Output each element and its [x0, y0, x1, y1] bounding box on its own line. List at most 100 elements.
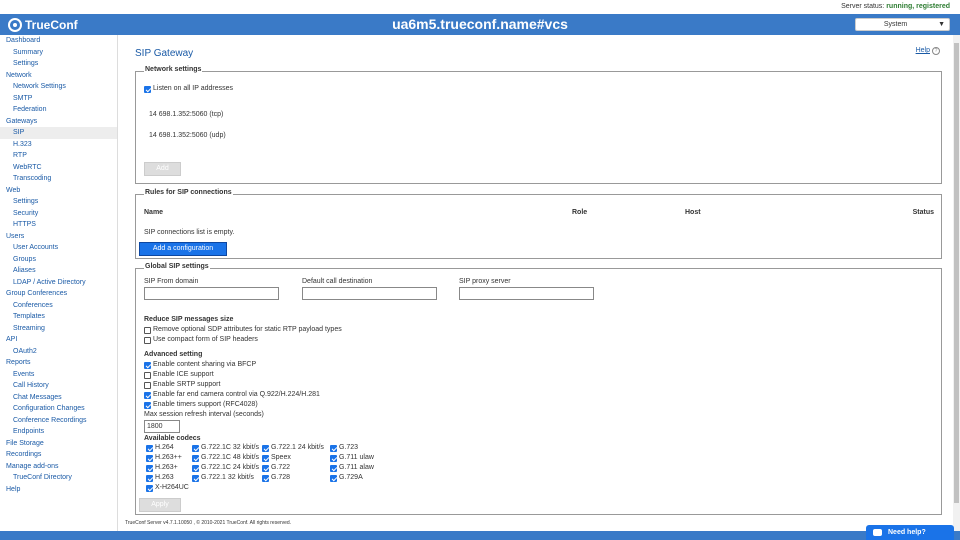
- add-address-button[interactable]: Add: [144, 162, 181, 176]
- checkbox-row[interactable]: H.263+: [146, 463, 189, 473]
- checkbox-row[interactable]: G.728: [262, 473, 324, 483]
- checkbox[interactable]: [330, 444, 337, 452]
- sidebar-group-reports[interactable]: Reports: [0, 357, 117, 369]
- sidebar-item-templates[interactable]: Templates: [0, 311, 117, 323]
- checkbox[interactable]: [262, 464, 269, 472]
- checkbox[interactable]: [192, 464, 199, 472]
- checkbox-row[interactable]: Enable ICE support: [144, 370, 320, 380]
- sidebar-group-network[interactable]: Network: [0, 70, 117, 82]
- sidebar-group-help[interactable]: Help: [0, 484, 117, 496]
- sidebar-item-summary[interactable]: Summary: [0, 47, 117, 59]
- checkbox-row[interactable]: G.722.1C 32 kbit/s: [192, 443, 259, 453]
- apply-button[interactable]: Apply: [139, 498, 181, 512]
- sidebar-item-webrtc[interactable]: WebRTC: [0, 162, 117, 174]
- checkbox[interactable]: [330, 474, 337, 482]
- sidebar-item-settings[interactable]: Settings: [0, 58, 117, 70]
- sidebar-item-streaming[interactable]: Streaming: [0, 323, 117, 335]
- checkbox-row[interactable]: G.722.1C 24 kbit/s: [192, 463, 259, 473]
- column-header-host[interactable]: Host: [685, 209, 701, 216]
- sidebar-item-network-settings[interactable]: Network Settings: [0, 81, 117, 93]
- need-help-button[interactable]: Need help?: [866, 525, 954, 540]
- sidebar-item-rtp[interactable]: RTP: [0, 150, 117, 162]
- sidebar-item-groups[interactable]: Groups: [0, 254, 117, 266]
- checkbox[interactable]: [192, 454, 199, 462]
- add-configuration-button[interactable]: Add a configuration: [139, 242, 227, 256]
- sidebar-item-https[interactable]: HTTPS: [0, 219, 117, 231]
- checkbox-row[interactable]: G.711 alaw: [330, 463, 374, 473]
- checkbox-row[interactable]: G.729A: [330, 473, 374, 483]
- sidebar-item-user-accounts[interactable]: User Accounts: [0, 242, 117, 254]
- sidebar-item-configuration-changes[interactable]: Configuration Changes: [0, 403, 117, 415]
- checkbox[interactable]: [192, 474, 199, 482]
- from-domain-input[interactable]: [144, 287, 279, 300]
- checkbox[interactable]: [146, 474, 153, 482]
- sidebar-item-transcoding[interactable]: Transcoding: [0, 173, 117, 185]
- sidebar-group-recordings[interactable]: Recordings: [0, 449, 117, 461]
- checkbox[interactable]: [262, 474, 269, 482]
- sidebar-group-file-storage[interactable]: File Storage: [0, 438, 117, 450]
- sidebar-item-chat-messages[interactable]: Chat Messages: [0, 392, 117, 404]
- checkbox[interactable]: [262, 454, 269, 462]
- sidebar-item-trueconf-directory[interactable]: TrueConf Directory: [0, 472, 117, 484]
- checkbox-row[interactable]: Speex: [262, 453, 324, 463]
- sidebar-item-h-323[interactable]: H.323: [0, 139, 117, 151]
- checkbox-row[interactable]: Enable SRTP support: [144, 380, 320, 390]
- sidebar-group-api[interactable]: API: [0, 334, 117, 346]
- checkbox[interactable]: [146, 454, 153, 462]
- help-link[interactable]: Help?: [916, 47, 940, 55]
- checkbox-row[interactable]: G.723: [330, 443, 374, 453]
- sidebar-item-federation[interactable]: Federation: [0, 104, 117, 116]
- proxy-server-input[interactable]: [459, 287, 594, 300]
- checkbox[interactable]: [144, 391, 151, 399]
- listen-all-checkbox[interactable]: [144, 85, 151, 93]
- sidebar-item-ldap-active-directory[interactable]: LDAP / Active Directory: [0, 277, 117, 289]
- checkbox-row[interactable]: Enable timers support (RFC4028): [144, 400, 320, 410]
- checkbox-row[interactable]: G.722: [262, 463, 324, 473]
- sidebar-item-aliases[interactable]: Aliases: [0, 265, 117, 277]
- sidebar-item-oauth2[interactable]: OAuth2: [0, 346, 117, 358]
- checkbox[interactable]: [330, 464, 337, 472]
- checkbox[interactable]: [192, 444, 199, 452]
- sidebar-group-dashboard[interactable]: Dashboard: [0, 35, 117, 47]
- sidebar-item-events[interactable]: Events: [0, 369, 117, 381]
- checkbox[interactable]: [144, 381, 151, 389]
- checkbox-row[interactable]: G.711 ulaw: [330, 453, 374, 463]
- checkbox-row[interactable]: H.263++: [146, 453, 189, 463]
- checkbox[interactable]: [144, 401, 151, 409]
- checkbox-row[interactable]: G.722.1 24 kbit/s: [262, 443, 324, 453]
- listen-all-row[interactable]: Listen on all IP addresses: [144, 84, 233, 94]
- checkbox-row[interactable]: X-H264UC: [146, 483, 189, 493]
- checkbox[interactable]: [144, 371, 151, 379]
- default-destination-input[interactable]: [302, 287, 437, 300]
- checkbox-row[interactable]: G.722.1C 48 kbit/s: [192, 453, 259, 463]
- checkbox[interactable]: [144, 361, 151, 369]
- sidebar-item-conference-recordings[interactable]: Conference Recordings: [0, 415, 117, 427]
- sidebar-item-endpoints[interactable]: Endpoints: [0, 426, 117, 438]
- checkbox[interactable]: [144, 326, 151, 334]
- sidebar-group-group-conferences[interactable]: Group Conferences: [0, 288, 117, 300]
- sidebar-group-web[interactable]: Web: [0, 185, 117, 197]
- scrollbar-thumb[interactable]: [954, 43, 959, 503]
- checkbox[interactable]: [144, 336, 151, 344]
- column-header-role[interactable]: Role: [572, 209, 587, 216]
- sidebar-item-call-history[interactable]: Call History: [0, 380, 117, 392]
- checkbox[interactable]: [146, 444, 153, 452]
- column-header-status[interactable]: Status: [913, 209, 934, 216]
- system-select[interactable]: System ▼: [855, 18, 950, 31]
- sidebar-group-manage-add-ons[interactable]: Manage add-ons: [0, 461, 117, 473]
- checkbox[interactable]: [330, 454, 337, 462]
- sidebar-item-security[interactable]: Security: [0, 208, 117, 220]
- checkbox-row[interactable]: H.263: [146, 473, 189, 483]
- sidebar-item-smtp[interactable]: SMTP: [0, 93, 117, 105]
- sidebar-item-conferences[interactable]: Conferences: [0, 300, 117, 312]
- checkbox-row[interactable]: Enable far end camera control via Q.922/…: [144, 390, 320, 400]
- sidebar-group-gateways[interactable]: Gateways: [0, 116, 117, 128]
- page-scrollbar[interactable]: [953, 35, 960, 531]
- sidebar-item-sip[interactable]: SIP: [0, 127, 117, 139]
- refresh-interval-input[interactable]: 1800: [144, 420, 180, 433]
- checkbox-row[interactable]: Remove optional SDP attributes for stati…: [144, 325, 342, 335]
- checkbox-row[interactable]: Enable content sharing via BFCP: [144, 360, 320, 370]
- checkbox[interactable]: [262, 444, 269, 452]
- sidebar-group-users[interactable]: Users: [0, 231, 117, 243]
- checkbox[interactable]: [146, 464, 153, 472]
